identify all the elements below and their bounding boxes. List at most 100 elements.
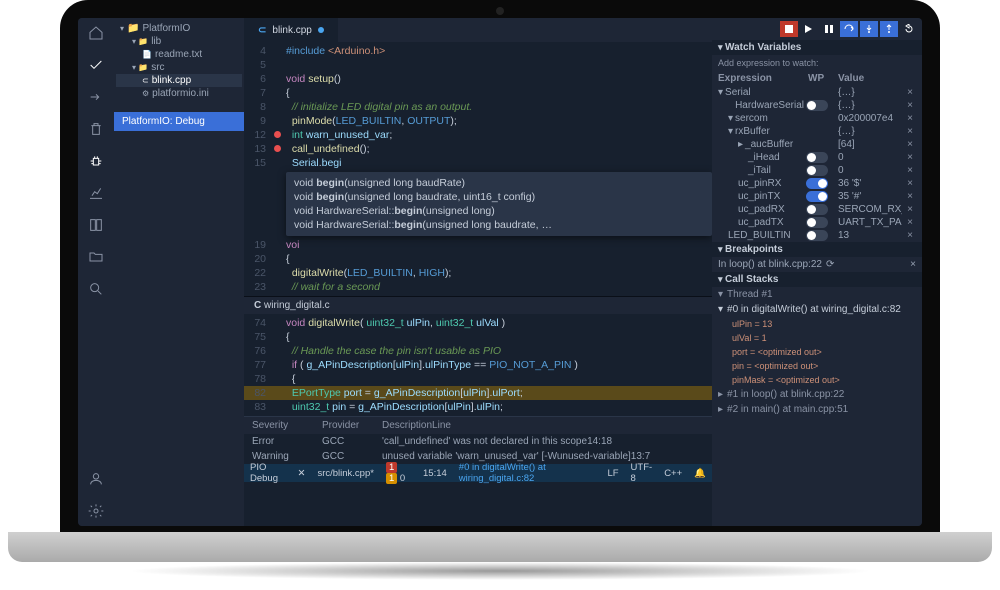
status-enc[interactable]: UTF-8 <box>631 462 653 484</box>
search-icon[interactable] <box>87 280 105 298</box>
local-var: pin = <optimized out> <box>712 359 922 373</box>
tree-item[interactable]: ▾ 📁 src <box>116 61 242 74</box>
tree-root[interactable]: ▾📁 PlatformIO <box>116 22 242 35</box>
problems-panel: Severity Provider Description Line Error… <box>244 416 712 464</box>
file-explorer: ▾📁 PlatformIO ▾ 📁 lib📄 readme.txt▾ 📁 src… <box>114 18 244 526</box>
close-icon[interactable]: × <box>904 204 916 215</box>
status-close-icon[interactable]: ✕ <box>297 468 305 479</box>
status-cursor[interactable]: 15:14 <box>423 468 447 479</box>
intellisense-tooltip[interactable]: void begin(unsigned long baudRate)void b… <box>286 172 712 236</box>
debug-panel: Watch Variables Add expression to watch:… <box>712 18 922 526</box>
watch-row[interactable]: _iTail0× <box>712 164 922 177</box>
status-lang[interactable]: C++ <box>664 468 682 479</box>
wp-toggle[interactable] <box>806 152 828 163</box>
activity-bar <box>78 18 114 526</box>
close-icon[interactable]: × <box>904 126 916 137</box>
code-editor-1b[interactable]: 19voi20{22 digitalWrite(LED_BUILTIN, HIG… <box>244 236 712 296</box>
watch-row[interactable]: uc_padRXSERCOM_RX_PAD_3× <box>712 203 922 216</box>
stack-frame[interactable]: ▸ #2 in main() at main.cpp:51 <box>712 402 922 417</box>
account-icon[interactable] <box>87 470 105 488</box>
stop-button[interactable] <box>780 21 798 37</box>
callstack-section-header[interactable]: Call Stacks <box>712 272 922 287</box>
watch-row[interactable]: HardwareSerial{…}× <box>712 99 922 112</box>
code-editor-2[interactable]: 74void digitalWrite( uint32_t ulPin, uin… <box>244 314 712 416</box>
bell-icon[interactable]: 🔔 <box>694 468 706 479</box>
close-icon[interactable]: × <box>910 259 916 270</box>
watch-row[interactable]: uc_padTXUART_TX_PAD_2× <box>712 216 922 229</box>
close-icon[interactable]: × <box>904 139 916 150</box>
wp-toggle[interactable] <box>806 100 828 111</box>
upload-icon[interactable] <box>87 88 105 106</box>
editor-tabs: ⊂ blink.cpp <box>244 18 712 42</box>
stack-frame[interactable]: ▾ #0 in digitalWrite() at wiring_digital… <box>712 302 922 317</box>
modified-dot-icon <box>318 27 324 33</box>
watch-row[interactable]: uc_pinRX36 '$'× <box>712 177 922 190</box>
continue-button[interactable] <box>800 21 818 37</box>
status-frame[interactable]: #0 in digitalWrite() at wiring_digital.c… <box>459 462 584 484</box>
wp-toggle[interactable] <box>806 217 828 228</box>
debug-toolbar <box>712 18 922 40</box>
breakpoints-section-header[interactable]: Breakpoints <box>712 242 922 257</box>
wp-toggle[interactable] <box>806 178 828 189</box>
book-icon[interactable] <box>87 216 105 234</box>
close-icon[interactable]: × <box>904 217 916 228</box>
watch-row[interactable]: ▾rxBuffer{…}× <box>712 125 922 138</box>
step-into-button[interactable] <box>860 21 878 37</box>
step-over-button[interactable] <box>840 21 858 37</box>
pause-button[interactable] <box>820 21 838 37</box>
folder-icon[interactable] <box>87 248 105 266</box>
stack-frame[interactable]: ▸ #1 in loop() at blink.cpp:22 <box>712 387 922 402</box>
local-var: pinMask = <optimized out> <box>712 373 922 387</box>
editor-area: ⊂ blink.cpp 4#include <Arduino.h>56void … <box>244 18 712 526</box>
thread-row[interactable]: ▾ Thread #1 <box>712 287 922 302</box>
wp-toggle[interactable] <box>806 230 828 241</box>
wp-toggle[interactable] <box>806 191 828 202</box>
problem-row[interactable]: ErrorGCC'call_undefined' was not declare… <box>244 434 712 449</box>
close-icon[interactable]: × <box>904 87 916 98</box>
close-icon[interactable]: × <box>904 178 916 189</box>
gear-icon[interactable] <box>87 502 105 520</box>
watch-header: Expression WP Value <box>712 71 922 86</box>
restart-button[interactable] <box>900 21 918 37</box>
local-var: ulVal = 1 <box>712 331 922 345</box>
status-bar: PIO Debug ✕ src/blink.cpp* 1 1 0 15:14 #… <box>244 464 712 482</box>
tree-item[interactable]: ▾ 📁 lib <box>116 35 242 48</box>
graph-icon[interactable] <box>87 184 105 202</box>
watch-row[interactable]: ▸_aucBuffer[64]× <box>712 138 922 151</box>
watch-section-header[interactable]: Watch Variables <box>712 40 922 55</box>
close-icon[interactable]: × <box>904 191 916 202</box>
wp-toggle[interactable] <box>806 204 828 215</box>
close-icon[interactable]: × <box>904 100 916 111</box>
home-icon[interactable] <box>87 24 105 42</box>
bug-icon[interactable] <box>87 152 105 170</box>
step-out-button[interactable] <box>880 21 898 37</box>
local-var: ulPin = 13 <box>712 317 922 331</box>
status-file[interactable]: src/blink.cpp* <box>317 468 374 479</box>
local-var: port = <optimized out> <box>712 345 922 359</box>
tree-item[interactable]: ⚙ platformio.ini <box>116 87 242 100</box>
wp-toggle[interactable] <box>806 165 828 176</box>
close-icon[interactable]: × <box>904 113 916 124</box>
watch-row[interactable]: uc_pinTX35 '#'× <box>712 190 922 203</box>
watch-row[interactable]: ▾sercom0x200007e4 × <box>712 112 922 125</box>
watch-row[interactable]: ▾Serial{…}× <box>712 86 922 99</box>
watch-row[interactable]: LED_BUILTIN13× <box>712 229 922 242</box>
debug-badge[interactable]: PlatformIO: Debug <box>114 112 244 131</box>
checkmark-icon[interactable] <box>87 56 105 74</box>
trash-icon[interactable] <box>87 120 105 138</box>
breakpoint-row[interactable]: In loop() at blink.cpp:22 ⟳× <box>712 257 922 272</box>
watch-row[interactable]: _iHead0× <box>712 151 922 164</box>
watch-add-input[interactable]: Add expression to watch: <box>712 55 922 71</box>
tree-item[interactable]: 📄 readme.txt <box>116 48 242 61</box>
tab-wiring[interactable]: C wiring_digital.c <box>244 296 712 314</box>
ide-screen: ▾📁 PlatformIO ▾ 📁 lib📄 readme.txt▾ 📁 src… <box>78 18 922 526</box>
tab-blink[interactable]: ⊂ blink.cpp <box>244 18 338 42</box>
close-icon[interactable]: × <box>904 165 916 176</box>
tree-item[interactable]: ⊂ blink.cpp <box>116 74 242 87</box>
close-icon[interactable]: × <box>904 152 916 163</box>
code-editor-1[interactable]: 4#include <Arduino.h>56void setup()7{8 /… <box>244 42 712 172</box>
close-icon[interactable]: × <box>904 230 916 241</box>
status-config[interactable]: PIO Debug <box>250 462 285 484</box>
status-eol[interactable]: LF <box>607 468 618 479</box>
problems-header: Severity Provider Description Line <box>244 417 712 434</box>
